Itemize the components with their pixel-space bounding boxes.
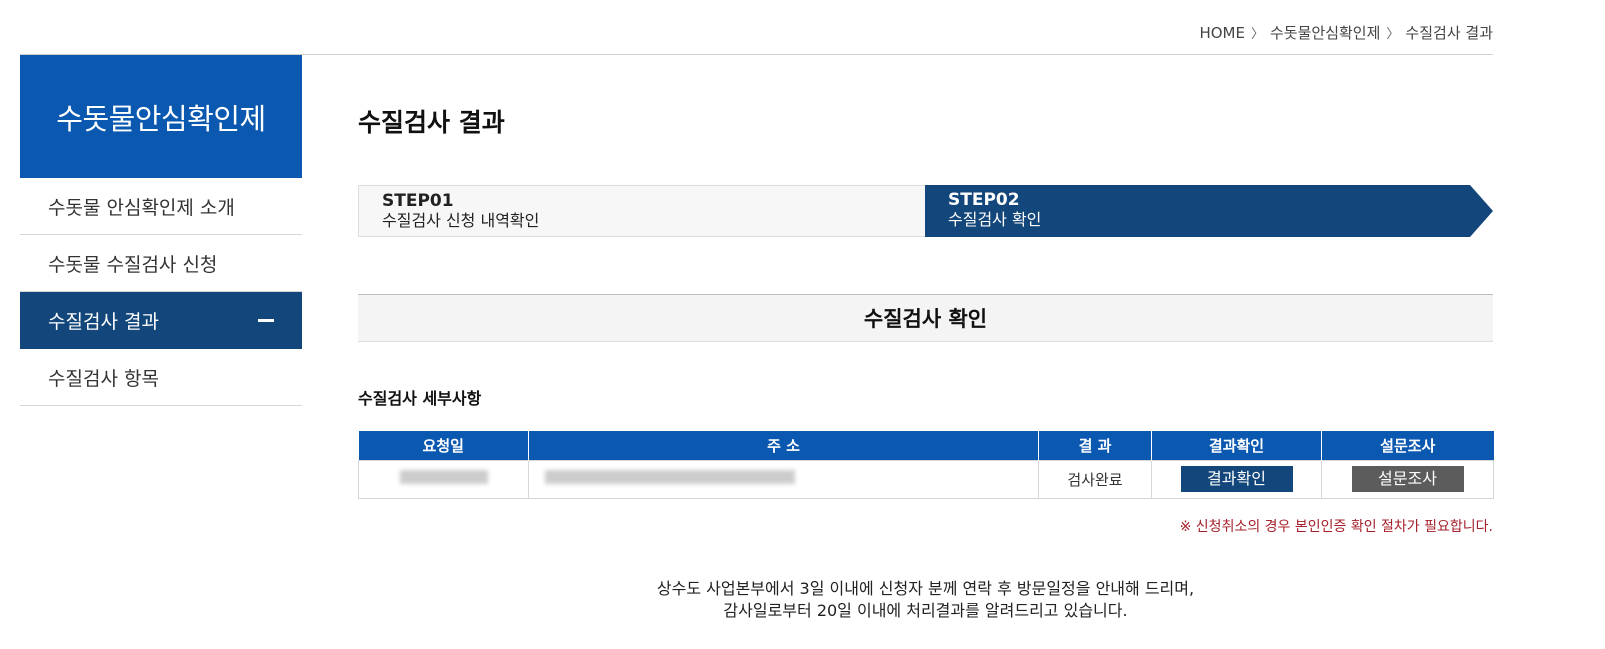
- footer-message: 상수도 사업본부에서 3일 이내에 신청자 분께 연락 후 방문일정을 안내해 …: [358, 578, 1493, 622]
- redacted-date: [399, 470, 488, 484]
- chevron-right-icon: 〉: [1250, 27, 1264, 42]
- breadcrumb-home[interactable]: HOME: [1199, 24, 1245, 42]
- footer-line-1: 상수도 사업본부에서 3일 이내에 신청자 분께 연락 후 방문일정을 안내해 …: [656, 579, 1195, 598]
- result-check-button[interactable]: 결과확인: [1180, 466, 1293, 492]
- cell-address: [528, 459, 1039, 499]
- sidebar-title: 수돗물안심확인제: [20, 55, 302, 178]
- breadcrumb-level2[interactable]: 수질검사 결과: [1405, 22, 1493, 43]
- table-header-row: 요청일 주 소 결 과 결과확인 설문조사: [358, 431, 1494, 460]
- survey-button[interactable]: 설문조사: [1351, 466, 1464, 492]
- cell-request-date: [358, 459, 529, 499]
- sidebar-item-items[interactable]: 수질검사 항목: [20, 349, 302, 406]
- step-label: 수질검사 확인: [948, 210, 1042, 229]
- footer-line-2: 감사일로부터 20일 이내에 처리결과를 알려드리고 있습니다.: [723, 601, 1128, 620]
- cell-result: 검사완료: [1038, 459, 1152, 499]
- col-result-check: 결과확인: [1151, 431, 1322, 460]
- result-table: 요청일 주 소 결 과 결과확인 설문조사 검사완료 결과확인 설문조사: [358, 431, 1494, 499]
- step-1: STEP01 수질검사 신청 내역확인: [358, 185, 925, 237]
- sidebar-item-label: 수질검사 항목: [48, 367, 159, 390]
- sidebar-item-label: 수돗물 안심확인제 소개: [48, 196, 235, 219]
- sidebar-item-label: 수돗물 수질검사 신청: [48, 253, 218, 276]
- breadcrumb: HOME 〉 수돗물안심확인제 〉 수질검사 결과: [1199, 22, 1493, 43]
- sidebar-item-result[interactable]: 수질검사 결과: [20, 292, 302, 349]
- step-indicator: STEP01 수질검사 신청 내역확인 STEP02 수질검사 확인: [358, 185, 1493, 237]
- sidebar-item-intro[interactable]: 수돗물 안심확인제 소개: [20, 178, 302, 235]
- chevron-right-icon: 〉: [1386, 27, 1400, 42]
- breadcrumb-level1[interactable]: 수돗물안심확인제: [1270, 22, 1380, 43]
- step-arrow-icon: [1470, 185, 1493, 237]
- redacted-address: [545, 470, 795, 484]
- page-title: 수질검사 결과: [358, 108, 505, 137]
- sidebar: 수돗물안심확인제 수돗물 안심확인제 소개 수돗물 수질검사 신청 수질검사 결…: [20, 55, 302, 406]
- section-subtitle: 수질검사 세부사항: [358, 389, 482, 408]
- sidebar-item-label: 수질검사 결과: [48, 310, 159, 333]
- cancel-notice: ※ 신청취소의 경우 본인인증 확인 절차가 필요합니다.: [1179, 519, 1493, 535]
- cell-survey: 설문조사: [1321, 459, 1494, 499]
- col-result: 결 과: [1038, 431, 1152, 460]
- minus-icon: [258, 318, 274, 322]
- sidebar-item-apply[interactable]: 수돗물 수질검사 신청: [20, 235, 302, 292]
- step-number: STEP02: [948, 190, 1020, 210]
- cell-result-check: 결과확인: [1151, 459, 1322, 499]
- step-2-active: STEP02 수질검사 확인: [925, 185, 1470, 237]
- col-address: 주 소: [528, 431, 1039, 460]
- col-request-date: 요청일: [358, 431, 529, 460]
- section-title: 수질검사 확인: [358, 294, 1493, 342]
- step-number: STEP01: [382, 191, 454, 211]
- step-label: 수질검사 신청 내역확인: [382, 211, 540, 230]
- table-row: 검사완료 결과확인 설문조사: [358, 459, 1494, 499]
- col-survey: 설문조사: [1321, 431, 1494, 460]
